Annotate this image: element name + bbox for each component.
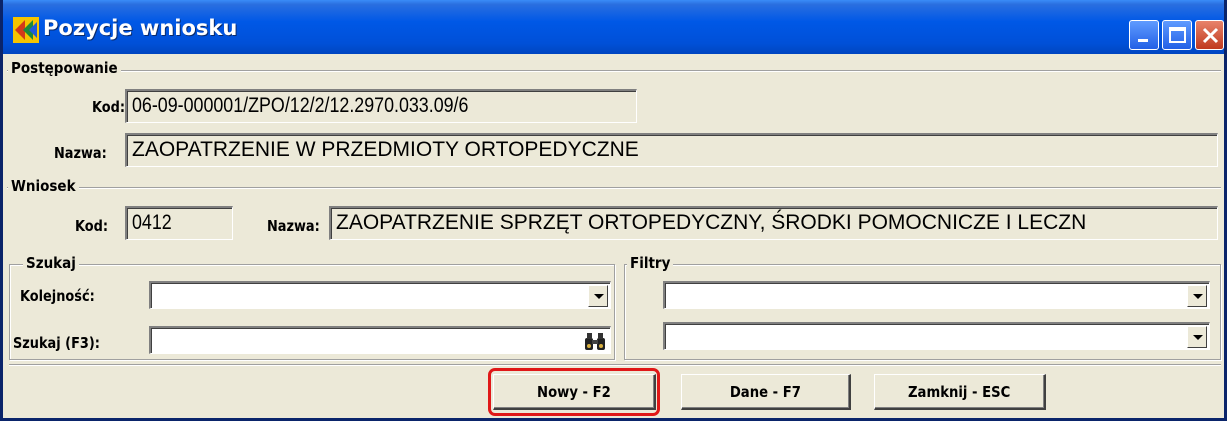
window-title: Pozycje wniosku — [43, 16, 238, 40]
binoculars-icon[interactable] — [584, 330, 606, 352]
kolejnosc-dropdown-button[interactable] — [588, 285, 608, 307]
filter-select-1[interactable] — [663, 281, 1210, 309]
postepowanie-separator — [7, 70, 1221, 71]
filtry-legend: Filtry — [627, 254, 674, 272]
wniosek-nazwa-value: ZAOPATRZENIE SPRZĘT ORTOPEDYCZNY, ŚRODKI… — [336, 211, 1087, 234]
wniosek-separator — [7, 187, 1221, 188]
chevron-down-icon — [1193, 335, 1203, 340]
close-icon — [1202, 27, 1219, 44]
wniosek-kod-value: 0412 — [132, 211, 172, 234]
minimize-icon — [1138, 39, 1148, 42]
maximize-icon — [1169, 27, 1186, 43]
chevron-down-icon — [1193, 294, 1203, 299]
close-button[interactable] — [1195, 20, 1224, 50]
title-bar[interactable]: Pozycje wniosku — [3, 0, 1224, 54]
kolejnosc-label: Kolejność: — [20, 287, 95, 305]
postepowanie-kod-field: 06-09-000001/ZPO/12/2/12.2970.033.09/6 — [125, 89, 637, 123]
wniosek-legend: Wniosek — [8, 177, 79, 195]
app-logo-icon — [13, 17, 39, 43]
filter-select-2[interactable] — [663, 322, 1210, 350]
kolejnosc-select[interactable] — [149, 281, 611, 309]
minimize-button[interactable] — [1129, 20, 1159, 50]
chevron-down-icon — [594, 294, 604, 299]
zamknij-button[interactable]: Zamknij - ESC — [874, 374, 1046, 410]
postepowanie-kod-label: Kod: — [92, 98, 126, 116]
wniosek-nazwa-field: ZAOPATRZENIE SPRZĘT ORTOPEDYCZNY, ŚRODKI… — [329, 206, 1218, 240]
postepowanie-nazwa-label: Nazwa: — [54, 144, 107, 162]
highlight-frame — [488, 368, 660, 416]
maximize-button[interactable] — [1162, 20, 1192, 50]
button-bar-separator — [9, 364, 1221, 365]
wniosek-kod-field: 0412 — [125, 206, 233, 240]
filter-2-dropdown-button[interactable] — [1187, 326, 1207, 348]
dialog-window: Pozycje wniosku Postępowanie Kod: 06-09-… — [0, 0, 1227, 421]
wniosek-kod-label: Kod: — [75, 217, 109, 235]
postepowanie-legend: Postępowanie — [8, 59, 121, 77]
postepowanie-nazwa-value: ZAOPATRZENIE W PRZEDMIOTY ORTOPEDYCZNE — [132, 138, 639, 161]
filter-1-dropdown-button[interactable] — [1187, 285, 1207, 307]
szukaj-label: Szukaj (F3): — [13, 334, 100, 352]
dane-button-label: Dane - F7 — [729, 382, 802, 401]
search-input[interactable] — [149, 326, 611, 354]
szukaj-legend: Szukaj — [23, 254, 79, 272]
postepowanie-kod-value: 06-09-000001/ZPO/12/2/12.2970.033.09/6 — [132, 94, 469, 117]
postepowanie-nazwa-field: ZAOPATRZENIE W PRZEDMIOTY ORTOPEDYCZNE — [125, 133, 1218, 167]
zamknij-button-label: Zamknij - ESC — [908, 382, 1011, 401]
dane-button[interactable]: Dane - F7 — [681, 374, 851, 410]
wniosek-nazwa-label: Nazwa: — [267, 217, 320, 235]
